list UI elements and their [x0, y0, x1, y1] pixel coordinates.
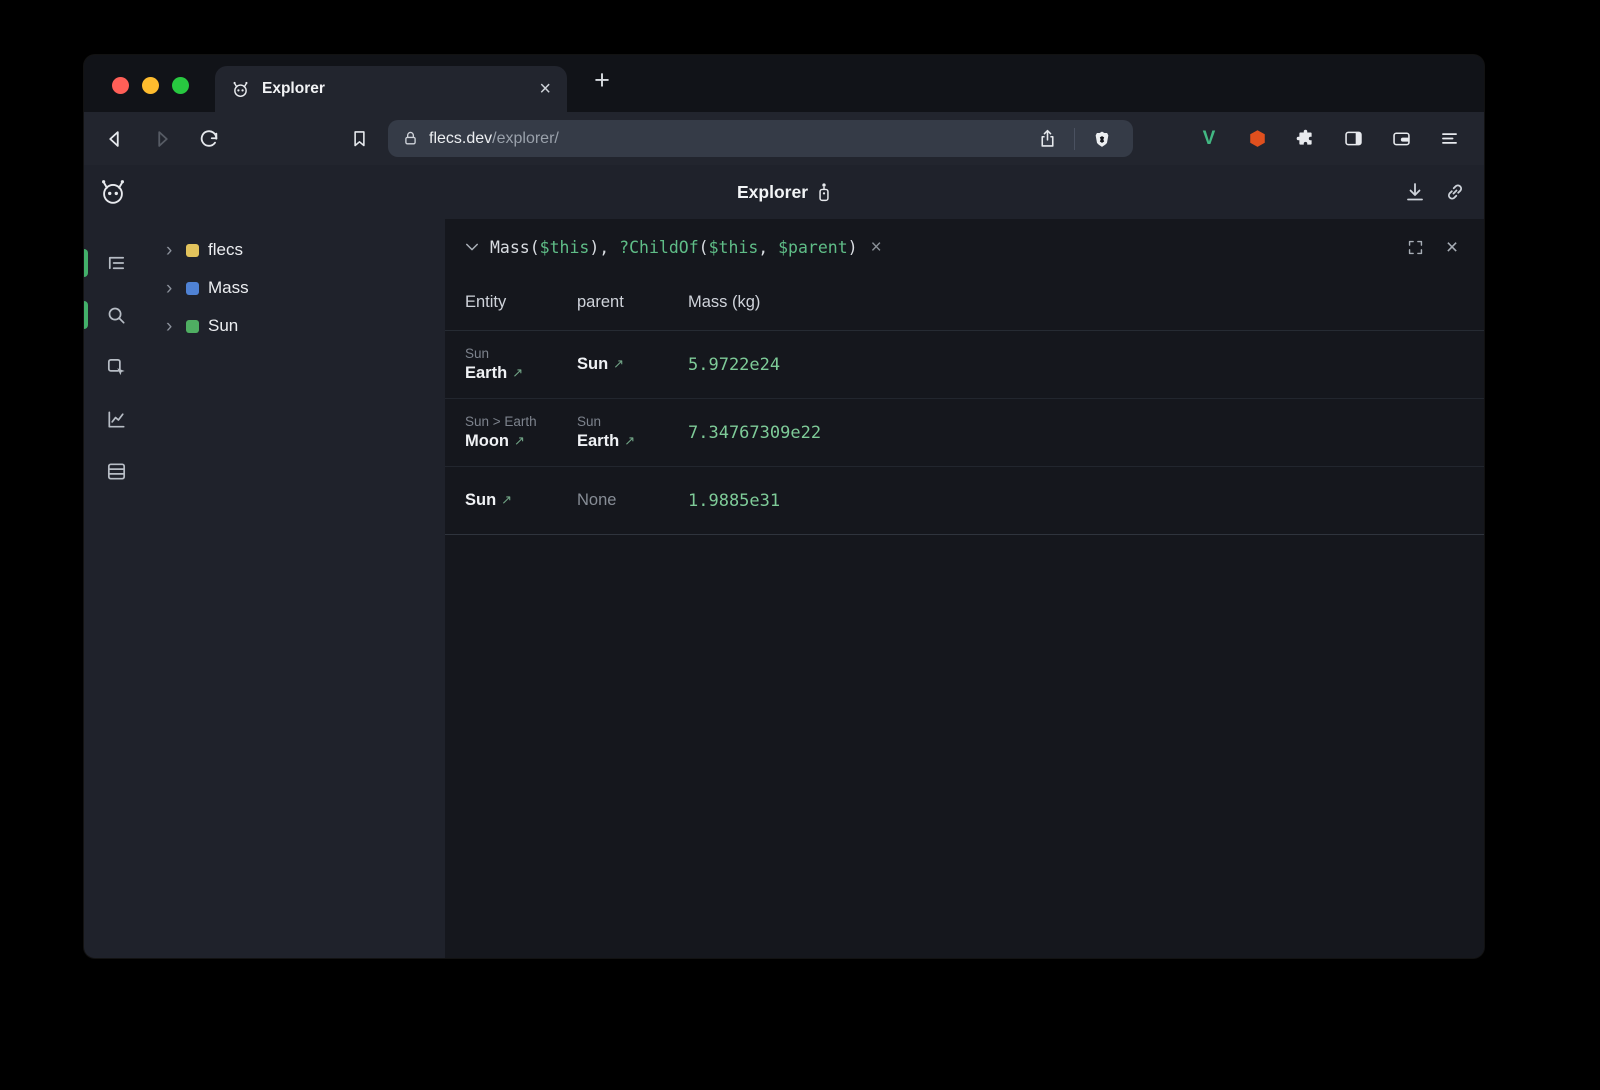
address-bar[interactable]: flecs.dev/explorer/: [388, 120, 1133, 157]
extensions-puzzle-icon[interactable]: [1288, 122, 1322, 156]
urlbar-separator: [1074, 128, 1075, 150]
active-indicator-query: [84, 301, 88, 329]
back-button[interactable]: [100, 122, 130, 156]
entity-link[interactable]: Moon↗: [465, 432, 577, 451]
link-arrow-icon: ↗: [613, 356, 624, 372]
link-icon[interactable]: [1440, 177, 1470, 207]
entity-tree-panel: › flecs › Mass › Sun: [148, 219, 445, 958]
entity-cell: Sun > Earth Moon↗: [445, 399, 577, 466]
query-clear-icon[interactable]: ×: [871, 238, 882, 257]
vue-devtools-icon[interactable]: V: [1192, 122, 1226, 156]
entity-square-icon: [186, 320, 199, 333]
inspect-icon[interactable]: [94, 345, 138, 389]
entity-path: Sun > Earth: [465, 414, 577, 429]
mass-cell: 5.9722e24: [688, 331, 1484, 398]
parent-cell: Sun↗: [577, 331, 688, 398]
stats-chart-icon[interactable]: [94, 397, 138, 441]
table-row: Sun Earth↗ Sun↗ 5.9722e24: [445, 331, 1484, 399]
parent-cell: Sun Earth↗: [577, 399, 688, 466]
query-header: Mass($this), ?ChildOf($this, $parent) × …: [445, 219, 1484, 275]
window-controls: [112, 77, 189, 94]
download-icon[interactable]: [1400, 177, 1430, 207]
column-header-parent: parent: [577, 293, 688, 312]
chevron-right-icon[interactable]: ›: [166, 279, 177, 298]
main-content: › flecs › Mass › Sun Mass($this), ?Chi: [84, 219, 1484, 958]
column-header-mass: Mass (kg): [688, 293, 1484, 312]
tree-item-label: flecs: [208, 240, 243, 260]
minimize-window-button[interactable]: [142, 77, 159, 94]
query-panel: Mass($this), ?ChildOf($this, $parent) × …: [445, 219, 1484, 958]
link-arrow-icon: ↗: [624, 433, 635, 449]
share-icon[interactable]: [1030, 122, 1064, 156]
close-panel-icon[interactable]: ×: [1438, 233, 1466, 261]
commands-table-icon[interactable]: [94, 449, 138, 493]
entity-cell: Sun↗: [445, 467, 577, 534]
tab-strip: Explorer × +: [84, 55, 1484, 112]
menu-icon[interactable]: [1432, 122, 1466, 156]
extension-icons: V: [1192, 122, 1468, 156]
mass-cell: 1.9885e31: [688, 467, 1484, 534]
mass-value: 1.9885e31: [688, 491, 1484, 511]
new-tab-button[interactable]: +: [588, 65, 616, 96]
link-arrow-icon: ↗: [514, 433, 525, 449]
mass-cell: 7.34767309e22: [688, 399, 1484, 466]
results-table-header: Entity parent Mass (kg): [445, 275, 1484, 331]
page-title: Explorer: [737, 182, 808, 203]
entity-link[interactable]: Sun↗: [465, 491, 577, 510]
tree-item-label: Sun: [208, 316, 238, 336]
lock-icon: [402, 130, 419, 147]
column-header-entity: Entity: [445, 293, 577, 312]
flecs-favicon: [231, 80, 250, 99]
close-window-button[interactable]: [112, 77, 129, 94]
chevron-right-icon[interactable]: ›: [166, 317, 177, 336]
chevron-down-icon[interactable]: [463, 238, 481, 256]
tab-close-icon[interactable]: ×: [539, 79, 551, 99]
reload-button[interactable]: [194, 122, 224, 156]
flecs-logo: [98, 177, 128, 207]
wallet-icon[interactable]: [1384, 122, 1418, 156]
entity-cell: Sun Earth↗: [445, 331, 577, 398]
bookmark-icon[interactable]: [344, 122, 374, 156]
app-header: Explorer: [84, 165, 1484, 219]
expand-icon[interactable]: [1401, 233, 1429, 261]
parent-none-label: None: [577, 491, 688, 510]
active-indicator-tree: [84, 249, 88, 277]
remote-connection-icon[interactable]: [817, 182, 831, 203]
chevron-right-icon[interactable]: ›: [166, 241, 177, 260]
link-arrow-icon: ↗: [501, 492, 512, 508]
tree-item-flecs[interactable]: › flecs: [166, 231, 445, 269]
query-expression-input[interactable]: Mass($this), ?ChildOf($this, $parent): [490, 238, 858, 257]
hexagon-extension-icon[interactable]: [1240, 122, 1274, 156]
forward-button[interactable]: [147, 122, 177, 156]
tree-item-label: Mass: [208, 278, 249, 298]
url-text: flecs.dev/explorer/: [429, 130, 559, 148]
parent-path: Sun: [577, 414, 688, 429]
tree-item-sun[interactable]: › Sun: [166, 307, 445, 345]
table-row: Sun > Earth Moon↗ Sun Earth↗ 7.34767309e…: [445, 399, 1484, 467]
url-path: /explorer/: [492, 130, 559, 147]
parent-link[interactable]: Sun↗: [577, 355, 688, 374]
sidebar-toggle-icon[interactable]: [1336, 122, 1370, 156]
side-rail: [84, 219, 148, 958]
component-square-icon: [186, 282, 199, 295]
url-domain: flecs.dev: [429, 130, 492, 147]
browser-window: Explorer × + flecs.dev/explorer/: [84, 55, 1484, 958]
tree-view-icon[interactable]: [94, 241, 138, 285]
link-arrow-icon: ↗: [512, 365, 523, 381]
mass-value: 5.9722e24: [688, 355, 1484, 375]
tab-title: Explorer: [262, 80, 325, 98]
entity-link[interactable]: Earth↗: [465, 364, 577, 383]
entity-path: Sun: [465, 346, 577, 361]
brave-shield-icon[interactable]: [1085, 122, 1119, 156]
parent-cell: None: [577, 467, 688, 534]
mass-value: 7.34767309e22: [688, 423, 1484, 443]
parent-link[interactable]: Earth↗: [577, 432, 688, 451]
browser-tab-explorer[interactable]: Explorer ×: [215, 66, 567, 112]
table-row: Sun↗ None 1.9885e31: [445, 467, 1484, 535]
tree-item-mass[interactable]: › Mass: [166, 269, 445, 307]
browser-toolbar: flecs.dev/explorer/ V: [84, 112, 1484, 165]
maximize-window-button[interactable]: [172, 77, 189, 94]
query-search-icon[interactable]: [94, 293, 138, 337]
module-square-icon: [186, 244, 199, 257]
